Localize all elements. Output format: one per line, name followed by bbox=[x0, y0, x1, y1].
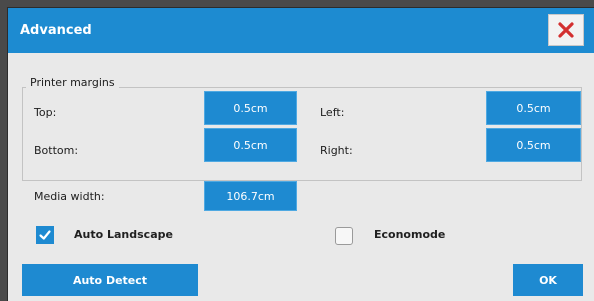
printer-margins-legend: Printer margins bbox=[26, 76, 119, 89]
media-width-label: Media width: bbox=[34, 190, 105, 203]
left-margin-label: Left: bbox=[320, 106, 345, 119]
bottom-margin-label: Bottom: bbox=[34, 144, 79, 157]
top-margin-field[interactable]: 0.5cm bbox=[204, 91, 297, 125]
bottom-margin-field[interactable]: 0.5cm bbox=[204, 128, 297, 162]
economode-label: Economode bbox=[374, 228, 446, 241]
media-width-field[interactable]: 106.7cm bbox=[204, 181, 297, 211]
close-x-icon bbox=[558, 22, 574, 38]
auto-landscape-checkbox[interactable] bbox=[36, 226, 54, 244]
top-margin-label: Top: bbox=[34, 106, 57, 119]
checkmark-icon bbox=[39, 230, 51, 240]
advanced-dialog: Advanced Printer margins Top: 0.5cm Left… bbox=[8, 8, 594, 301]
auto-landscape-label: Auto Landscape bbox=[74, 228, 173, 241]
right-margin-label: Right: bbox=[320, 144, 353, 157]
auto-detect-button[interactable]: Auto Detect bbox=[22, 264, 198, 296]
title-bar: Advanced bbox=[8, 8, 594, 53]
right-margin-field[interactable]: 0.5cm bbox=[486, 128, 581, 162]
left-margin-field[interactable]: 0.5cm bbox=[486, 91, 581, 125]
close-button[interactable] bbox=[548, 14, 584, 46]
ok-button[interactable]: OK bbox=[513, 264, 583, 296]
economode-checkbox[interactable] bbox=[335, 227, 353, 245]
dialog-title: Advanced bbox=[20, 23, 92, 38]
